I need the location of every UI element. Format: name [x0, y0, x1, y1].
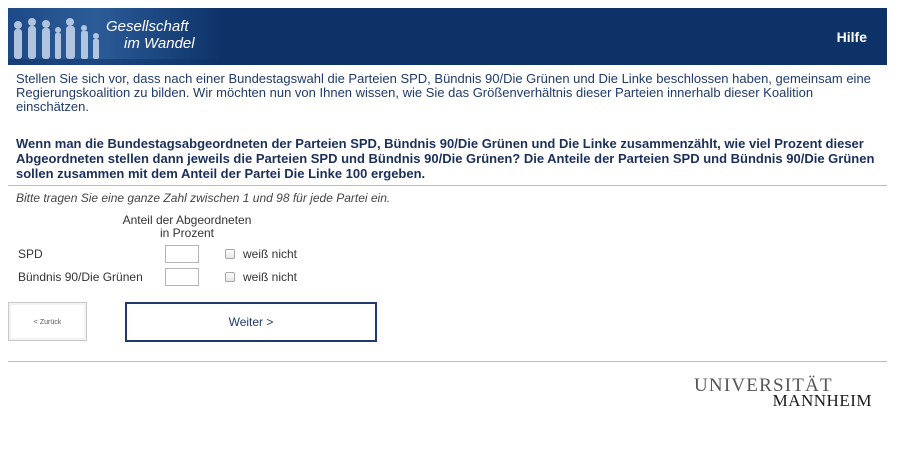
question-text: Wenn man die Bundestagsabgeordneten der …: [16, 136, 875, 181]
footer-divider: [8, 361, 887, 362]
gruene-dont-know-checkbox[interactable]: [225, 272, 235, 282]
logo-text-line2: im Wandel: [124, 35, 195, 52]
gesellschaft-im-wandel-logo: Gesellschaft im Wandel: [8, 8, 223, 65]
back-button[interactable]: < Zurück: [8, 302, 87, 341]
instruction-hint: Bitte tragen Sie eine ganze Zahl zwische…: [16, 191, 391, 205]
column-header-line2: in Prozent: [159, 226, 215, 240]
universitaet-mannheim-logo: UNIVERSITÄT MANNHEIM: [694, 376, 874, 409]
spd-percent-input[interactable]: [165, 245, 199, 263]
help-link[interactable]: Hilfe: [837, 29, 867, 45]
row-label-spd: SPD: [18, 247, 43, 261]
spd-dont-know-checkbox[interactable]: [225, 249, 235, 259]
gruene-percent-input[interactable]: [165, 268, 199, 286]
logo-text-line1: Gesellschaft: [106, 18, 189, 35]
column-header: Anteil der Abgeordneten in Prozent: [116, 214, 258, 240]
divider: [8, 185, 887, 186]
intro-text: Stellen Sie sich vor, dass nach einer Bu…: [16, 71, 871, 114]
row-label-gruene: Bündnis 90/Die Grünen: [18, 270, 143, 284]
spd-dont-know-label[interactable]: weiß nicht: [243, 247, 297, 261]
header-bar: Gesellschaft im Wandel Hilfe: [8, 8, 887, 65]
gruene-dont-know-label[interactable]: weiß nicht: [243, 270, 297, 284]
next-button[interactable]: Weiter >: [125, 302, 377, 342]
